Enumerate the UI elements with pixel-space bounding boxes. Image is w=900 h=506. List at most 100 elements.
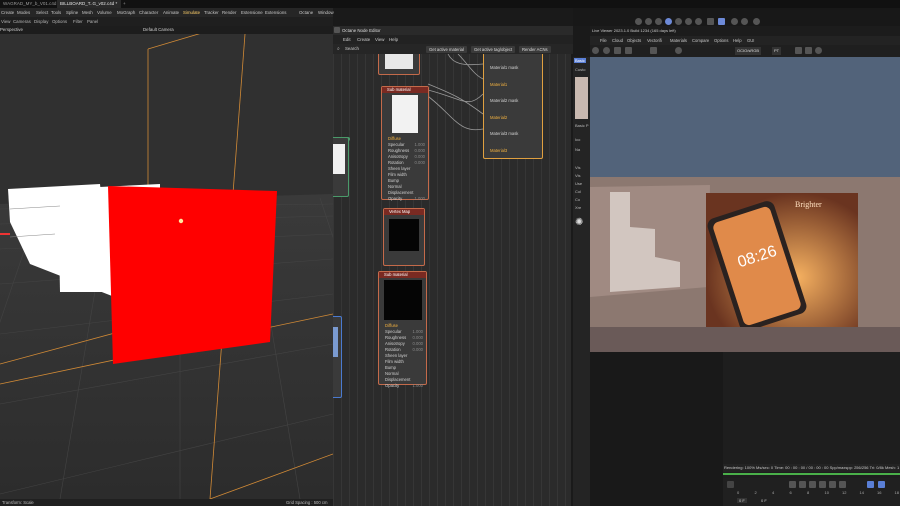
search-label[interactable]: Search: [345, 44, 359, 54]
prev-frame-icon[interactable]: [799, 481, 806, 488]
menu-item-select[interactable]: Select: [36, 8, 48, 17]
attr-item[interactable]: Na: [575, 147, 580, 152]
material-input-opacity[interactable]: Opacity 1.000: [379, 383, 426, 389]
texture-node-left[interactable]: [333, 137, 349, 197]
pause-icon[interactable]: [614, 47, 621, 54]
view-menu-cameras[interactable]: Cameras: [13, 17, 31, 26]
node-canvas[interactable]: Material1 mask Material1 Material2 mask Mat…: [333, 54, 571, 506]
node-menu-view[interactable]: View: [375, 35, 384, 44]
attr-item[interactable]: Col: [575, 189, 581, 194]
live-viewer-menu-file[interactable]: File: [600, 36, 607, 45]
new-tab-button[interactable]: +: [120, 0, 129, 8]
go-start-icon[interactable]: [789, 481, 796, 488]
render-icon[interactable]: [635, 18, 642, 25]
move-icon[interactable]: [731, 18, 738, 25]
menu-item-modes[interactable]: Modes: [17, 8, 30, 17]
snap-icon[interactable]: [707, 18, 714, 25]
render-mode-select[interactable]: PT: [772, 47, 782, 55]
save-icon[interactable]: [795, 47, 802, 54]
grid-toggle-icon[interactable]: [718, 18, 725, 25]
play-icon[interactable]: [819, 481, 826, 488]
settings-icon[interactable]: [655, 18, 662, 25]
play-back-icon[interactable]: [809, 481, 816, 488]
menu-item-animate[interactable]: Animate: [163, 8, 179, 17]
region-icon[interactable]: [675, 47, 682, 54]
live-viewer-menu-vectorifi[interactable]: Vectorifi: [647, 36, 662, 45]
menu-item-simulate[interactable]: Simulate: [183, 8, 200, 17]
clock-icon[interactable]: [645, 18, 652, 25]
menu-item-extensions[interactable]: Extensions: [265, 8, 286, 17]
attr-item[interactable]: Use: [575, 181, 582, 186]
rotate-icon[interactable]: [741, 18, 748, 25]
mix-material-node[interactable]: Material1 mask Material1 Material2 mask Mat…: [483, 54, 543, 159]
mix-input-3[interactable]: Material2 mask: [484, 93, 542, 110]
menu-item-window[interactable]: Window: [318, 8, 334, 17]
image-node-top[interactable]: [378, 54, 420, 75]
live-viewer-menu-help[interactable]: Help: [733, 36, 742, 45]
node-menu-edit[interactable]: Edit: [343, 35, 351, 44]
view-menu-filter[interactable]: Filter: [73, 17, 83, 26]
menu-item-estensione[interactable]: Estensione: [241, 8, 263, 17]
menu-item-character[interactable]: Character: [139, 8, 158, 17]
menu-item-tools[interactable]: Tools: [51, 8, 61, 17]
scale-icon[interactable]: [753, 18, 760, 25]
tab-document-2[interactable]: BILLBOARD_T..G_v02.c4d *: [57, 0, 121, 8]
light-icon[interactable]: [695, 18, 702, 25]
live-viewer-menu-cloud[interactable]: Cloud: [612, 36, 623, 45]
attr-item[interactable]: Vis: [575, 165, 580, 170]
camera-label[interactable]: Default Camera: [143, 26, 174, 34]
menu-item-render[interactable]: Render: [222, 8, 236, 17]
tab-document-1[interactable]: WAGRAD_MY_b_V01.c4d: [0, 0, 61, 8]
get-active-tag-button[interactable]: Get active tag/object: [471, 45, 516, 53]
stop-icon[interactable]: [625, 47, 632, 54]
menu-item-octane[interactable]: Octane: [299, 8, 313, 17]
view-menu-options[interactable]: Options: [52, 17, 67, 26]
attr-tab-basic[interactable]: Basic: [574, 58, 586, 63]
mix-input-2[interactable]: Material1: [484, 77, 542, 94]
menu-item-spline[interactable]: Spline: [66, 8, 78, 17]
mix-input-6[interactable]: Material3: [484, 143, 542, 160]
attr-item[interactable]: Co: [575, 197, 580, 202]
send-scene-icon[interactable]: [592, 47, 599, 54]
menu-item-mograph[interactable]: MoGraph: [117, 8, 135, 17]
keyframe-icon[interactable]: [727, 481, 734, 488]
attr-item[interactable]: Vis: [575, 173, 580, 178]
attr-item[interactable]: Custo: [575, 67, 585, 72]
view-menu-panel[interactable]: Panel: [87, 17, 98, 26]
mix-input-1[interactable]: Material1 mask: [484, 60, 542, 77]
live-viewer-menu-options[interactable]: Options: [714, 36, 728, 45]
lock-icon[interactable]: [650, 47, 657, 54]
restart-icon[interactable]: [603, 47, 610, 54]
get-active-material-button[interactable]: Get active material: [426, 45, 467, 53]
node-menu-create[interactable]: Create: [357, 35, 370, 44]
vertex-map-node[interactable]: Vertex Map: [383, 208, 425, 266]
3d-viewport[interactable]: [0, 34, 333, 499]
view-menu-view[interactable]: View: [1, 17, 10, 26]
grid-icon[interactable]: [685, 18, 692, 25]
next-frame-icon[interactable]: [829, 481, 836, 488]
current-frame-field[interactable]: 0 F: [737, 498, 747, 503]
live-viewer-menu-objects[interactable]: Objects: [627, 36, 641, 45]
node-menu-help[interactable]: Help: [389, 35, 398, 44]
mix-input-5[interactable]: Material3 mask: [484, 126, 542, 143]
auto-key-icon[interactable]: [878, 481, 885, 488]
record-mode-icon[interactable]: [867, 481, 874, 488]
material-input-opacity[interactable]: Opacity 1.000: [382, 196, 428, 202]
camera-snapshot-icon[interactable]: [805, 47, 812, 54]
sub-material-node-2[interactable]: Sub material Diffuse Specular 1.000 Roughne…: [378, 271, 427, 388]
menu-item-volume[interactable]: Volume: [97, 8, 112, 17]
octane-icon[interactable]: [665, 18, 672, 25]
camera-icon[interactable]: [675, 18, 682, 25]
menu-item-tracker[interactable]: Tracker: [204, 8, 219, 17]
sub-material-node-1[interactable]: Sub material Diffuse Specular 1.000 Roughne…: [381, 86, 429, 202]
mix-input-4[interactable]: Material2: [484, 110, 542, 127]
menu-item-mesh[interactable]: Mesh: [82, 8, 93, 17]
live-viewer-menu-compare[interactable]: Compare: [692, 36, 709, 45]
end-frame-field[interactable]: 0 F: [761, 498, 767, 503]
render-view[interactable]: 08:26 Brighter: [590, 57, 900, 352]
go-end-icon[interactable]: [839, 481, 846, 488]
more-icon[interactable]: [815, 47, 822, 54]
close-icon[interactable]: [334, 27, 340, 33]
attr-item[interactable]: Ico: [575, 137, 580, 142]
color-space-select[interactable]: OCIO/sRGB: [735, 47, 762, 55]
